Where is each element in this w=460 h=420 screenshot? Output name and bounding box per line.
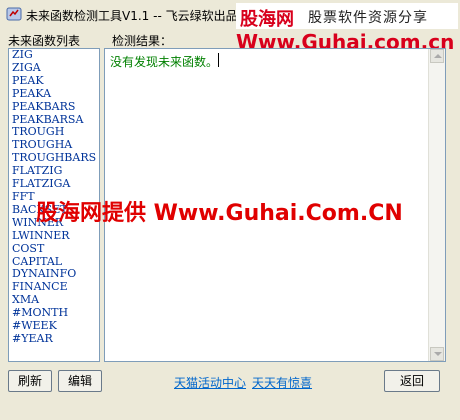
- function-list-item[interactable]: ZIG: [9, 49, 99, 62]
- arrow-down-icon: [434, 352, 442, 356]
- function-list-item[interactable]: COST: [9, 242, 99, 256]
- function-list-item[interactable]: #WEEK: [9, 319, 99, 333]
- function-list-item[interactable]: ZIGA: [9, 61, 99, 75]
- result-text: 没有发现未来函数。: [110, 55, 219, 69]
- refresh-button[interactable]: 刷新: [8, 370, 52, 392]
- text-caret: [218, 53, 219, 67]
- scroll-up-button[interactable]: [430, 49, 444, 63]
- tmall-activity-link[interactable]: 天猫活动中心: [174, 374, 246, 391]
- watermark-text: 股海网提供 Www.Guhai.Com.CN: [36, 201, 403, 226]
- brand-logo: 股海网: [240, 9, 294, 30]
- daily-surprise-link[interactable]: 天天有惊喜: [252, 374, 312, 391]
- function-list-item[interactable]: #YEAR: [9, 332, 99, 346]
- back-button[interactable]: 返回: [384, 370, 440, 392]
- function-list-item[interactable]: PEAKA: [9, 87, 99, 101]
- result-label: 检测结果：: [112, 34, 173, 48]
- function-list-item[interactable]: PEAKBARS: [9, 100, 99, 114]
- vertical-scrollbar[interactable]: [428, 49, 445, 361]
- brand-slogan: 股票软件资源分享: [308, 10, 428, 26]
- app-icon: [6, 7, 22, 21]
- window-title: 未来函数检测工具V1.1 -- 飞云绿软出品: [26, 9, 238, 23]
- arrow-up-icon: [434, 54, 442, 58]
- brand-banner: 股海网 股票软件资源分享: [236, 3, 458, 30]
- function-list-item[interactable]: PEAK: [9, 74, 99, 88]
- edit-button[interactable]: 编辑: [58, 370, 102, 392]
- function-list-label: 未来函数列表: [8, 34, 81, 48]
- scroll-down-button[interactable]: [430, 347, 444, 361]
- function-list-item[interactable]: LWINNER: [9, 229, 99, 243]
